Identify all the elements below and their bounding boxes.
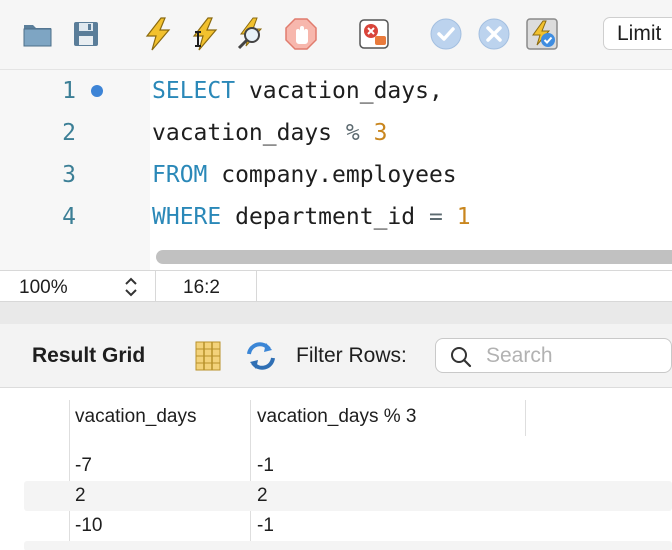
line-number-text: 1 xyxy=(62,78,76,104)
zoom-level[interactable]: 100% xyxy=(19,277,68,299)
statement-marker-icon[interactable] xyxy=(91,85,103,97)
sql-code-line[interactable]: vacation_days % 3 xyxy=(152,112,387,154)
rollback-icon[interactable] xyxy=(476,16,512,52)
table-cell[interactable]: -7 xyxy=(75,455,92,477)
search-icon xyxy=(451,347,472,368)
table-cell[interactable]: 2 xyxy=(257,485,268,507)
result-grid-tab[interactable]: Result Grid xyxy=(32,344,145,368)
result-toolbar: Result Grid Filter Rows: xyxy=(0,324,672,388)
zoom-stepper-icon[interactable] xyxy=(122,276,140,298)
grid-layout-icon[interactable] xyxy=(190,338,226,374)
editor-line[interactable]: 1 SELECT vacation_days, xyxy=(0,70,672,112)
filter-rows-label: Filter Rows: xyxy=(296,344,407,367)
table-row[interactable]: -10 -1 xyxy=(24,511,672,541)
result-grid: vacation_days vacation_days % 3 -7 -1 2 … xyxy=(0,388,672,550)
sql-editor[interactable]: 1 SELECT vacation_days, 2 vacation_days % 3… xyxy=(0,70,672,270)
column-header[interactable]: vacation_days % 3 xyxy=(257,406,417,428)
cursor-position: 16:2 xyxy=(183,277,220,298)
line-number-text: 4 xyxy=(62,204,76,230)
divider xyxy=(256,271,257,302)
editor-line[interactable]: 4 WHERE department_id = 1 xyxy=(0,196,672,238)
filter-search-box[interactable] xyxy=(435,338,672,373)
sql-code-line[interactable]: WHERE department_id = 1 xyxy=(152,196,471,238)
line-number-text: 2 xyxy=(62,120,76,146)
table-row[interactable]: -7 -1 xyxy=(24,451,672,481)
sql-code-line[interactable]: SELECT vacation_days, xyxy=(152,70,443,112)
sql-text: department_id xyxy=(221,204,429,230)
editor-line[interactable]: 3 FROM company.employees xyxy=(0,154,672,196)
open-folder-icon[interactable] xyxy=(20,16,56,52)
divider xyxy=(155,271,156,302)
table-row[interactable] xyxy=(24,541,672,550)
sql-text: vacation_days xyxy=(152,120,346,146)
panel-splitter[interactable] xyxy=(0,302,672,324)
explain-icon[interactable] xyxy=(234,16,270,52)
limit-rows-dropdown[interactable]: Limit xyxy=(603,17,672,50)
sql-operator: % xyxy=(345,120,360,146)
sql-keyword: FROM xyxy=(152,162,208,188)
save-icon[interactable] xyxy=(68,16,104,52)
commit-icon[interactable] xyxy=(428,16,464,52)
sql-text: vacation_days, xyxy=(235,78,443,104)
execute-current-icon[interactable] xyxy=(186,16,222,52)
column-divider xyxy=(525,400,526,436)
table-cell[interactable]: -1 xyxy=(257,455,274,477)
autocommit-icon[interactable] xyxy=(524,16,560,52)
column-header[interactable]: vacation_days xyxy=(75,406,196,428)
sql-code-line[interactable]: FROM company.employees xyxy=(152,154,457,196)
horizontal-scrollbar[interactable] xyxy=(156,250,672,264)
refresh-icon[interactable] xyxy=(243,338,279,374)
toggle-error-stop-icon[interactable] xyxy=(356,16,392,52)
sql-operator: = xyxy=(428,204,443,230)
sql-keyword: SELECT xyxy=(152,78,236,104)
search-input[interactable] xyxy=(486,340,666,371)
editor-status-bar: 100% 16:2 xyxy=(0,270,672,302)
sql-number: 3 xyxy=(373,120,388,146)
table-cell[interactable]: -10 xyxy=(75,515,102,537)
execute-icon[interactable] xyxy=(140,16,176,52)
table-row[interactable]: 2 2 xyxy=(24,481,672,511)
sql-keyword: WHERE xyxy=(152,204,222,230)
main-toolbar: Limit xyxy=(0,0,672,70)
table-cell[interactable]: -1 xyxy=(257,515,274,537)
stop-icon[interactable] xyxy=(283,16,319,52)
table-cell[interactable]: 2 xyxy=(75,485,86,507)
line-number-text: 3 xyxy=(62,162,76,188)
editor-line[interactable]: 2 vacation_days % 3 xyxy=(0,112,672,154)
sql-number: 1 xyxy=(456,204,471,230)
sql-text: company.employees xyxy=(207,162,457,188)
